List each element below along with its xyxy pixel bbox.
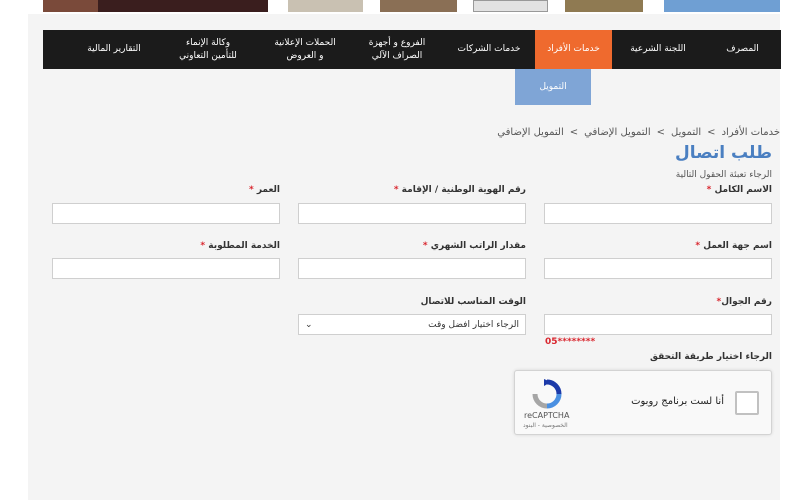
- breadcrumb-separator: >: [656, 127, 666, 138]
- employer-label-text: اسم جهة العمل: [703, 241, 772, 251]
- nav-item-corporate-services[interactable]: خدمات الشركات: [443, 30, 535, 69]
- age-label-text: العمر: [256, 185, 280, 195]
- national-id-label-text: رقم الهوية الوطنية / الإقامة: [401, 185, 526, 195]
- required-marker: *: [706, 185, 712, 195]
- top-banner: [0, 0, 800, 14]
- mobile-label-text: رقم الجوال: [721, 297, 772, 307]
- breadcrumb-additional-financing[interactable]: التمويل الإضافي: [584, 127, 650, 138]
- banner-image-1: [43, 0, 98, 12]
- breadcrumb-financing[interactable]: التمويل: [671, 127, 701, 138]
- service-label: الخدمة المطلوبة *: [200, 241, 280, 251]
- contact-time-selected: الرجاء اختيار افضل وقت: [428, 319, 519, 330]
- required-marker: *: [393, 185, 399, 195]
- required-marker: *: [422, 241, 428, 251]
- nav-item-branches-atms[interactable]: الفروع و أجهزة الصراف الآلي: [351, 30, 443, 69]
- main-nav: المصرف اللجنة الشرعية خدمات الأفراد خدما…: [43, 30, 781, 69]
- nav-item-financial-reports[interactable]: التقارير المالية: [71, 30, 157, 69]
- chevron-down-icon: ⌄: [305, 319, 313, 330]
- full-name-label: الاسم الكامل *: [707, 185, 772, 195]
- service-label-text: الخدمة المطلوبة: [208, 241, 280, 251]
- recaptcha-logo-icon: [532, 379, 562, 409]
- national-id-label: رقم الهوية الوطنية / الإقامة *: [394, 185, 526, 195]
- nav-item-personal-services[interactable]: خدمات الأفراد: [535, 30, 612, 69]
- recaptcha-brand: reCAPTCHA: [524, 411, 570, 420]
- breadcrumb-current: التمويل الإضافي: [497, 127, 564, 138]
- breadcrumb-separator: >: [707, 127, 716, 138]
- banner-image-5: [473, 0, 548, 12]
- recaptcha-checkbox[interactable]: [735, 391, 759, 415]
- mobile-input[interactable]: [544, 314, 772, 335]
- nav-item-sharia-committee[interactable]: اللجنة الشرعية: [612, 30, 704, 69]
- page-title: طلب اتصال: [675, 143, 772, 163]
- mobile-label: رقم الجوال*: [717, 297, 772, 307]
- service-input[interactable]: [52, 258, 280, 279]
- breadcrumb-personal-services[interactable]: خدمات الأفراد: [722, 127, 780, 138]
- form-instructions: الرجاء تعبئة الحقول التالية: [675, 170, 772, 180]
- age-input[interactable]: [52, 203, 280, 224]
- employer-label: اسم جهة العمل *: [695, 241, 772, 251]
- page: المصرف اللجنة الشرعية خدمات الأفراد خدما…: [0, 0, 800, 500]
- banner-image-3: [288, 0, 363, 12]
- verification-label: الرجاء اختيار طريقة التحقق: [649, 352, 772, 362]
- salary-label: مقدار الراتب الشهري *: [423, 241, 526, 251]
- required-marker: *: [200, 241, 206, 251]
- contact-time-select[interactable]: الرجاء اختيار افضل وقت ⌄: [298, 314, 526, 335]
- full-name-label-text: الاسم الكامل: [714, 185, 772, 195]
- mobile-format-hint: 05********: [545, 337, 596, 347]
- age-label: العمر *: [249, 185, 280, 195]
- nav-item-campaigns-offers[interactable]: الحملات الإعلانية و العروض: [259, 30, 351, 69]
- required-marker: *: [248, 185, 254, 195]
- page-margin: [780, 0, 800, 500]
- breadcrumb-separator: >: [569, 127, 579, 138]
- salary-input[interactable]: [298, 258, 526, 279]
- required-marker: *: [695, 241, 701, 251]
- nav-item-insurance-agency[interactable]: وكالة الإنماء للتأمين التعاوني: [157, 30, 259, 69]
- recaptcha-privacy-terms-link[interactable]: الخصوصية - البنود: [523, 422, 568, 429]
- banner-image-2: [98, 0, 268, 12]
- breadcrumb: خدمات الأفراد > التمويل > التمويل الإضاف…: [497, 127, 780, 138]
- banner-image-6: [565, 0, 643, 12]
- nav-item-bank[interactable]: المصرف: [704, 30, 781, 69]
- national-id-input[interactable]: [298, 203, 526, 224]
- employer-input[interactable]: [544, 258, 772, 279]
- full-name-input[interactable]: [544, 203, 772, 224]
- banner-image-4: [380, 0, 457, 12]
- banner-image-7: [664, 0, 780, 12]
- submenu-financing[interactable]: التمويل: [515, 69, 591, 105]
- recaptcha-widget: أنا لست برنامج روبوت reCAPTCHA الخصوصية …: [514, 370, 772, 435]
- recaptcha-label: أنا لست برنامج روبوت: [631, 396, 724, 407]
- salary-label-text: مقدار الراتب الشهري: [430, 241, 526, 251]
- contact-time-label: الوقت المناسب للاتصال: [420, 297, 526, 307]
